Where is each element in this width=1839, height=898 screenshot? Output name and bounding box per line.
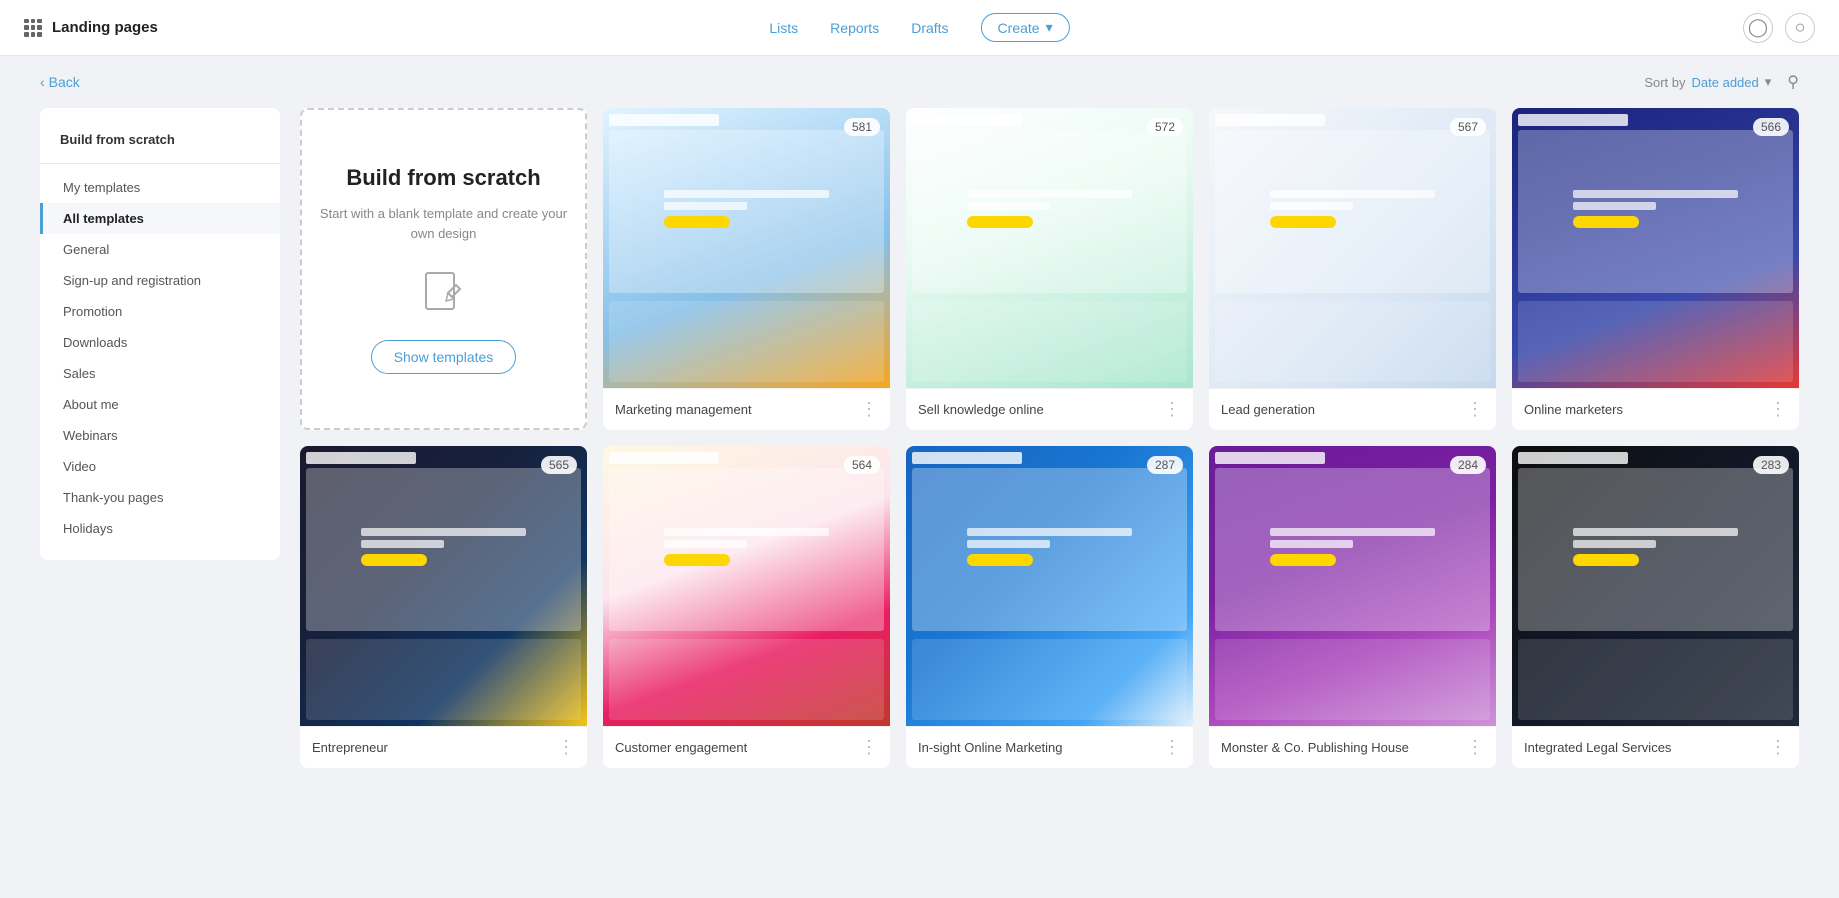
template-card-t8[interactable]: 284 Monster & Co. Publishing House ⋮ [1209,446,1496,768]
pencil-edit-icon [420,267,468,324]
card-footer: Entrepreneur ⋮ [300,726,587,768]
user-avatar[interactable]: ◯ [1743,13,1773,43]
top-nav-right: ◯ ○ [1743,13,1815,43]
sidebar: Build from scratch My templatesAll templ… [40,108,280,560]
sidebar-item-about-me[interactable]: About me [40,389,280,420]
account-icon[interactable]: ○ [1785,13,1815,43]
sidebar-item-video[interactable]: Video [40,451,280,482]
card-preview-t2: 572 [906,108,1193,388]
card-menu-icon[interactable]: ⋮ [1769,399,1787,420]
template-card-t9[interactable]: 283 Integrated Legal Services ⋮ [1512,446,1799,768]
card-count: 567 [1450,118,1486,136]
chevron-down-icon: ▾ [1046,19,1053,36]
card-count: 581 [844,118,880,136]
template-card-t2[interactable]: 572 Sell knowledge online ⋮ [906,108,1193,430]
card-name: Customer engagement [615,740,747,755]
build-from-scratch-card[interactable]: Build from scratch Start with a blank te… [300,108,587,430]
card-name: Lead generation [1221,402,1315,417]
show-templates-button[interactable]: Show templates [371,340,517,374]
card-footer: Integrated Legal Services ⋮ [1512,726,1799,768]
app-title: Landing pages [52,19,158,36]
sidebar-build-label: Build from scratch [40,124,280,155]
template-card-t6[interactable]: 564 Customer engagement ⋮ [603,446,890,768]
sort-chevron-icon: ▾ [1765,74,1772,90]
card-count: 287 [1147,456,1183,474]
subheader-right: Sort by Date added ▾ ⚲ [1644,72,1799,92]
card-name: Marketing management [615,402,752,417]
grid-icon[interactable] [24,19,42,37]
subheader: ‹ Back Sort by Date added ▾ ⚲ [0,56,1839,108]
card-preview-t6: 564 [603,446,890,726]
card-menu-icon[interactable]: ⋮ [557,737,575,758]
card-count: 284 [1450,456,1486,474]
card-menu-icon[interactable]: ⋮ [1466,737,1484,758]
chevron-left-icon: ‹ [40,74,45,90]
sidebar-item-webinars[interactable]: Webinars [40,420,280,451]
sidebar-item-my-templates[interactable]: My templates [40,172,280,203]
sidebar-item-holidays[interactable]: Holidays [40,513,280,544]
sidebar-item-all-templates[interactable]: All templates [40,203,280,234]
card-footer: Marketing management ⋮ [603,388,890,430]
card-menu-icon[interactable]: ⋮ [860,737,878,758]
card-menu-icon[interactable]: ⋮ [1163,737,1181,758]
card-name: Integrated Legal Services [1524,740,1671,755]
card-count: 566 [1753,118,1789,136]
card-footer: Sell knowledge online ⋮ [906,388,1193,430]
top-nav-center: Lists Reports Drafts Create ▾ [769,13,1069,42]
card-count: 572 [1147,118,1183,136]
sidebar-item-sign-up[interactable]: Sign-up and registration [40,265,280,296]
card-name: In-sight Online Marketing [918,740,1063,755]
build-scratch-desc: Start with a blank template and create y… [318,204,569,243]
card-preview-t1: 581 [603,108,890,388]
main-content: Build from scratch My templatesAll templ… [0,108,1839,808]
nav-lists[interactable]: Lists [769,20,798,36]
card-name: Online marketers [1524,402,1623,417]
top-nav: Landing pages Lists Reports Drafts Creat… [0,0,1839,56]
card-count: 564 [844,456,880,474]
sidebar-item-downloads[interactable]: Downloads [40,327,280,358]
card-name: Sell knowledge online [918,402,1044,417]
back-button[interactable]: ‹ Back [40,74,80,90]
sidebar-item-general[interactable]: General [40,234,280,265]
sidebar-item-sales[interactable]: Sales [40,358,280,389]
template-card-t4[interactable]: 566 Online marketers ⋮ [1512,108,1799,430]
template-card-t5[interactable]: 565 Entrepreneur ⋮ [300,446,587,768]
build-scratch-title: Build from scratch [346,164,540,193]
card-preview-t8: 284 [1209,446,1496,726]
nav-reports[interactable]: Reports [830,20,879,36]
template-card-t3[interactable]: 567 Lead generation ⋮ [1209,108,1496,430]
card-menu-icon[interactable]: ⋮ [860,399,878,420]
card-name: Monster & Co. Publishing House [1221,740,1409,755]
card-preview-t9: 283 [1512,446,1799,726]
card-footer: Monster & Co. Publishing House ⋮ [1209,726,1496,768]
card-preview-t4: 566 [1512,108,1799,388]
sidebar-item-promotion[interactable]: Promotion [40,296,280,327]
template-card-t7[interactable]: 287 In-sight Online Marketing ⋮ [906,446,1193,768]
card-menu-icon[interactable]: ⋮ [1163,399,1181,420]
card-menu-icon[interactable]: ⋮ [1466,399,1484,420]
search-icon[interactable]: ⚲ [1787,72,1799,92]
sort-value[interactable]: Date added [1692,75,1759,90]
template-card-t1[interactable]: 581 Marketing management ⋮ [603,108,890,430]
sort-control: Sort by Date added ▾ [1644,74,1771,90]
create-button[interactable]: Create ▾ [981,13,1070,42]
nav-drafts[interactable]: Drafts [911,20,948,36]
card-preview-t7: 287 [906,446,1193,726]
card-count: 565 [541,456,577,474]
card-preview-t3: 567 [1209,108,1496,388]
card-footer: Customer engagement ⋮ [603,726,890,768]
app-branding: Landing pages [24,19,158,37]
sidebar-item-thank-you[interactable]: Thank-you pages [40,482,280,513]
card-menu-icon[interactable]: ⋮ [1769,737,1787,758]
card-footer: Online marketers ⋮ [1512,388,1799,430]
card-preview-t5: 565 [300,446,587,726]
templates-grid: Build from scratch Start with a blank te… [300,108,1799,768]
card-footer: In-sight Online Marketing ⋮ [906,726,1193,768]
card-count: 283 [1753,456,1789,474]
card-name: Entrepreneur [312,740,388,755]
card-footer: Lead generation ⋮ [1209,388,1496,430]
